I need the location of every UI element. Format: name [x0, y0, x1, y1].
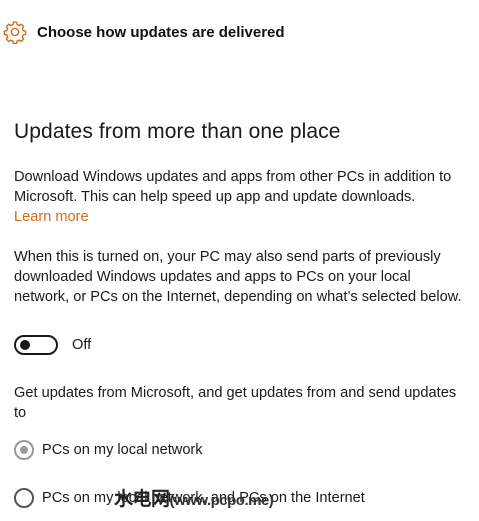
- delivery-optimization-toggle[interactable]: [14, 335, 58, 355]
- page-title: Choose how updates are delivered: [37, 23, 285, 41]
- site-watermark: 水电网(www.pcpo.me): [114, 484, 274, 511]
- watermark-text: 水电网: [114, 489, 170, 510]
- radio-button-unselected[interactable]: [14, 488, 34, 508]
- toggle-state-label: Off: [72, 337, 92, 353]
- learn-more-link[interactable]: Learn more: [14, 207, 89, 227]
- radio-dot: [20, 446, 28, 454]
- radio-label-local: PCs on my local network: [42, 442, 203, 458]
- watermark-url: (www.pcpo.me): [169, 492, 274, 509]
- section-description: Download Windows updates and apps from o…: [14, 169, 452, 205]
- sources-prompt: Get updates from Microsoft, and get upda…: [14, 385, 457, 421]
- delivery-toggle-row: Off: [14, 335, 91, 355]
- toggle-knob: [20, 340, 30, 350]
- gear-icon: [2, 19, 28, 45]
- radio-local-network[interactable]: PCs on my local network: [14, 440, 203, 460]
- sharing-info-text: When this is turned on, your PC may also…: [14, 249, 462, 305]
- settings-page: Choose how updates are delivered Updates…: [0, 0, 479, 521]
- radio-button-selected[interactable]: [14, 440, 34, 460]
- page-header: Choose how updates are delivered: [2, 18, 285, 46]
- section-heading: Updates from more than one place: [14, 120, 341, 143]
